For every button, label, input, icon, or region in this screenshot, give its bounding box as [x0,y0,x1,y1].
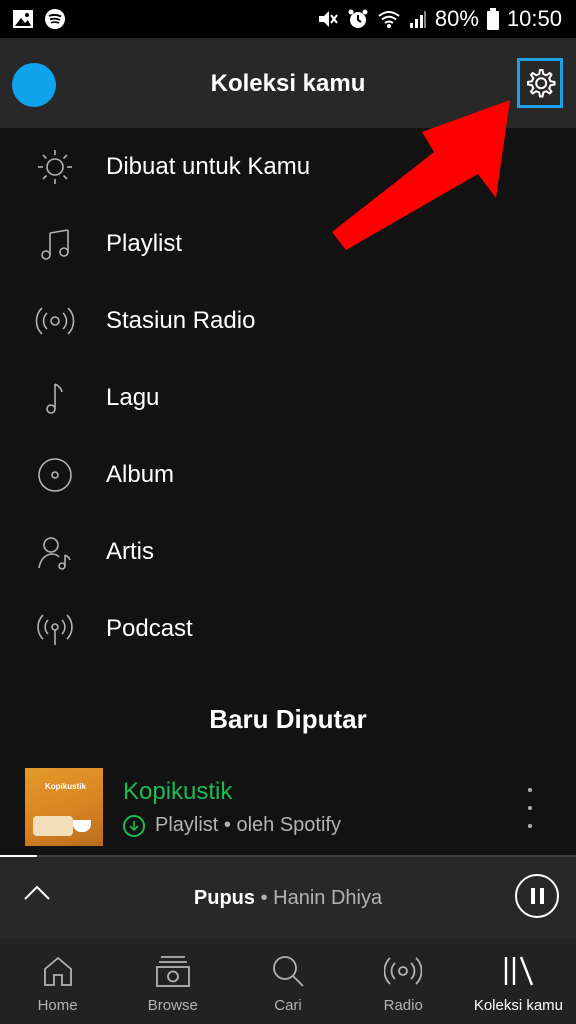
browse-icon [155,953,191,989]
nav-label: Browse [147,997,198,1014]
podcast-icon [35,609,75,649]
menu-item-artists[interactable]: Artis [0,513,576,590]
nav-library[interactable]: Koleksi kamu [461,939,576,1024]
status-bar: 80% 10:50 [0,0,576,38]
now-playing-bar[interactable]: Pupus • Hanin Dhiya [0,855,576,939]
section-title: Baru Diputar [209,704,367,734]
recent-title: Kopikustik [123,778,233,805]
nav-label: Radio [383,997,423,1014]
now-playing-text: Pupus • Hanin Dhiya [0,887,576,910]
radio-icon [384,953,423,989]
cover-label: Kopikustik [45,782,86,791]
nav-radio[interactable]: Radio [346,939,461,1024]
track-title: Pupus [193,887,256,909]
radio-icon [35,301,75,341]
search-icon [271,953,305,989]
nav-label: Home [37,997,78,1014]
nav-label: Koleksi kamu [473,997,564,1014]
alarm-icon [348,9,368,28]
nav-label: Cari [274,997,302,1014]
library-icon [501,953,535,989]
cover-cup [73,820,91,832]
more-options-icon[interactable] [520,788,540,828]
recent-subtitle-text: Playlist • oleh Spotify [155,814,341,836]
battery-icon [486,8,499,30]
bottom-nav: Home Browse Cari Radio Koleksi kamu [0,939,576,1024]
separator: • [255,887,274,909]
menu-item-label: Playlist [106,229,183,257]
gallery-icon [13,10,33,28]
menu-item-label: Artis [106,537,154,565]
sun-icon [35,147,75,187]
recent-subtitle: Playlist • oleh Spotify [123,814,341,837]
music-note-icon [35,378,75,418]
signal-icon [409,11,426,28]
menu-item-label: Album [106,460,175,488]
cover-sofa [33,816,73,836]
menu-item-label: Podcast [106,614,193,642]
nav-search[interactable]: Cari [230,939,345,1024]
clock: 10:50 [506,6,562,31]
menu-item-label: Lagu [106,383,160,411]
artist-name: Hanin Dhiya [273,887,383,909]
battery-percent: 80% [434,6,479,31]
nav-home[interactable]: Home [0,939,115,1024]
list-item[interactable]: Kopikustik Kopikustik Playlist • oleh Sp… [0,768,576,846]
progress-fill [0,855,38,857]
artist-icon [35,532,75,572]
menu-item-label: Dibuat untuk Kamu [106,152,311,180]
spotify-icon [45,9,65,29]
progress-bar [0,855,576,857]
annotation-arrow [332,100,510,250]
mute-icon [318,11,338,27]
pause-button[interactable] [515,874,559,918]
menu-item-label: Stasiun Radio [106,306,256,334]
home-icon [41,953,75,989]
gear-icon [527,69,556,98]
menu-item-radio-stations[interactable]: Stasiun Radio [0,282,576,359]
playlist-cover: Kopikustik [25,768,103,846]
wifi-icon [378,11,400,28]
menu-item-albums[interactable]: Album [0,436,576,513]
settings-button[interactable] [517,58,563,108]
downloaded-icon [123,814,145,837]
menu-item-songs[interactable]: Lagu [0,359,576,436]
album-icon [35,455,75,495]
nav-browse[interactable]: Browse [115,939,230,1024]
menu-item-podcasts[interactable]: Podcast [0,590,576,667]
music-notes-icon [35,224,75,264]
